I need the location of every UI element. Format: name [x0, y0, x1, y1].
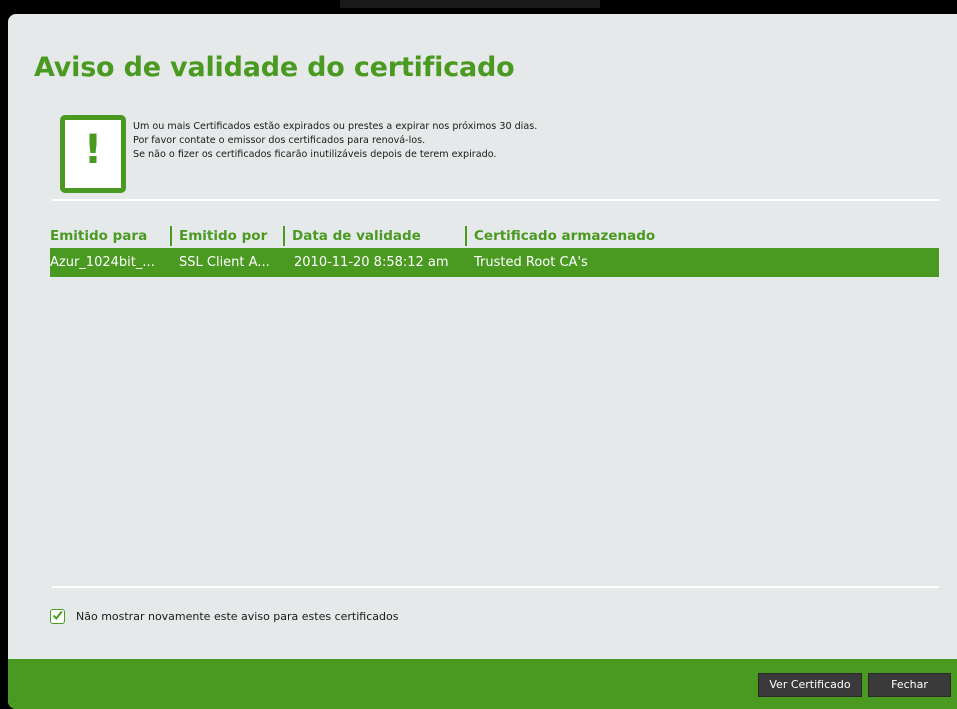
message-line-2: Por favor contate o emissor dos certific… [133, 135, 426, 146]
column-header-data-validade[interactable]: Data de validade [283, 226, 421, 246]
message-line-3: Se não o fizer os certificados ficarão i… [133, 149, 497, 160]
cell-certificado-armazenado: Trusted Root CA's [474, 255, 588, 270]
certificate-table: Emitido para Emitido por Data de validad… [50, 226, 939, 277]
cell-emitido-para: Azur_1024bit_... [50, 255, 155, 270]
cell-emitido-por: SSL Client A... [179, 255, 270, 270]
cell-data-validade: 2010-11-20 8:58:12 am [294, 255, 449, 270]
column-header-certificado-armazenado[interactable]: Certificado armazenado [465, 226, 655, 246]
dont-show-again-checkbox[interactable] [50, 609, 65, 624]
message-line-1: Um ou mais Certificados estão expirados … [133, 121, 538, 132]
column-header-emitido-para[interactable]: Emitido para [50, 226, 147, 246]
column-header-emitido-por[interactable]: Emitido por [170, 226, 267, 246]
divider-bottom [52, 586, 939, 588]
certificate-warning-dialog: Aviso de validade do certificado ! Um ou… [8, 14, 957, 709]
close-button[interactable]: Fechar [868, 673, 951, 697]
dialog-footer: Ver Certificado Fechar [8, 659, 957, 709]
dont-show-again-label: Não mostrar novamente este aviso para es… [76, 610, 399, 623]
divider-top [52, 199, 939, 201]
table-row[interactable]: Azur_1024bit_... SSL Client A... 2010-11… [50, 248, 939, 277]
warning-message: Um ou mais Certificados estão expirados … [133, 120, 537, 162]
dialog-title: Aviso de validade do certificado [34, 52, 515, 83]
table-header: Emitido para Emitido por Data de validad… [50, 226, 939, 248]
checkmark-icon [52, 610, 63, 621]
exclamation-icon: ! [60, 115, 126, 193]
window-top-edge [340, 0, 600, 8]
view-certificate-button[interactable]: Ver Certificado [758, 673, 862, 697]
